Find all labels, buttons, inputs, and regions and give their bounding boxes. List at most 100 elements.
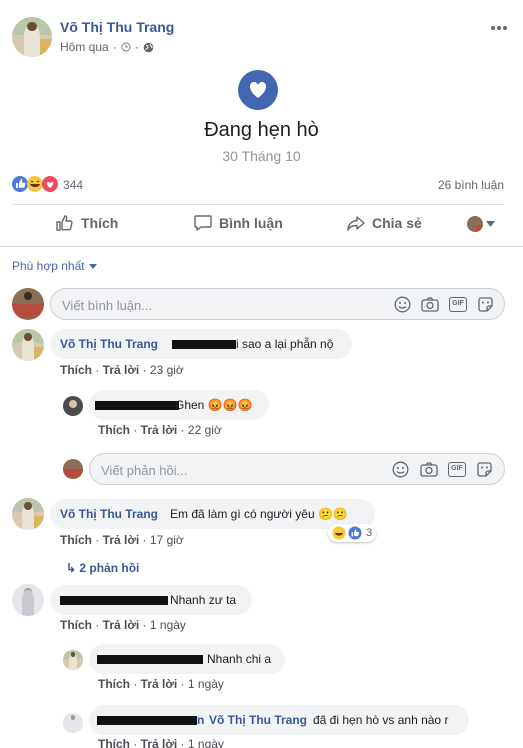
redacted-name	[95, 401, 179, 410]
reply-meta: Thích · Trả lời · 1 ngày	[98, 737, 224, 748]
comment-input[interactable]: Viết bình luận... GIF	[50, 288, 505, 320]
comment-author[interactable]: Võ Thị Thu Trang	[60, 507, 158, 521]
reply-bubble: Ghen 😡😡😡	[89, 390, 269, 420]
emoji-icon[interactable]	[392, 461, 409, 478]
gif-icon[interactable]: GIF	[449, 297, 467, 312]
reply-like-link[interactable]: Thích	[98, 677, 130, 691]
reply-bubble: n Võ Thị Thu Trang đã đi hẹn hò vs anh n…	[89, 705, 469, 735]
comment-time[interactable]: 23 giờ	[150, 363, 184, 377]
comments-count[interactable]: 26 bình luận	[438, 178, 504, 192]
emoji-icon[interactable]	[394, 296, 411, 313]
comment-button[interactable]: Bình luận	[193, 205, 283, 241]
reply-input[interactable]: Viết phản hồi... GIF	[89, 453, 505, 485]
like-icon	[12, 176, 28, 192]
reply-mention[interactable]: Võ Thị Thu Trang	[209, 713, 307, 727]
reply-avatar[interactable]	[63, 396, 83, 416]
share-button[interactable]: Chia sẻ	[346, 205, 422, 241]
clock-icon	[121, 42, 131, 52]
comment-avatar[interactable]	[12, 329, 44, 361]
reply-time[interactable]: 1 ngày	[188, 677, 224, 691]
reply-author-suffix[interactable]: n	[197, 713, 204, 727]
like-icon	[348, 526, 362, 540]
comment-meta: Thích · Trả lời · 17 giờ	[60, 533, 184, 547]
comment-like-link[interactable]: Thích	[60, 363, 92, 377]
reply-like-link[interactable]: Thích	[98, 737, 130, 748]
redacted-name	[60, 596, 168, 605]
comment-reply-link[interactable]: Trả lời	[103, 618, 140, 632]
camera-icon[interactable]	[421, 296, 439, 313]
comment-avatar[interactable]	[12, 584, 44, 616]
small-avatar-icon	[467, 216, 483, 232]
reaction-count: 3	[366, 527, 373, 539]
reaction-count[interactable]: 344	[63, 178, 83, 192]
comment-meta: Thích · Trả lời · 1 ngày	[60, 618, 186, 632]
reply-reply-link[interactable]: Trả lời	[141, 737, 178, 748]
sort-label: Phù hợp nhất	[12, 259, 85, 273]
reply-meta: Thích · Trả lời · 22 giờ	[98, 423, 222, 437]
time-separator-2: ·	[134, 40, 139, 54]
view-replies-link[interactable]: ↳ 2 phản hồi	[66, 561, 139, 575]
reaction-icons[interactable]	[12, 175, 64, 193]
redacted-name	[97, 716, 197, 725]
redacted-text	[172, 340, 236, 349]
reply-meta: Thích · Trả lời · 1 ngày	[98, 677, 224, 691]
author-avatar[interactable]	[12, 17, 52, 57]
comment-reactions[interactable]: 3	[328, 524, 377, 542]
comment-author[interactable]: Võ Thị Thu Trang	[60, 337, 158, 351]
redacted-name	[97, 655, 203, 664]
comment-like-link[interactable]: Thích	[60, 533, 92, 547]
comment-like-link[interactable]: Thích	[60, 618, 92, 632]
chevron-down-icon	[88, 263, 97, 269]
gif-icon[interactable]: GIF	[448, 462, 466, 477]
reply-reply-link[interactable]: Trả lời	[141, 423, 178, 437]
like-label: Thích	[81, 215, 119, 231]
share-label: Chia sẻ	[372, 215, 422, 231]
comment-reply-link[interactable]: Trả lời	[103, 363, 140, 377]
viewer-avatar-small	[63, 459, 83, 479]
viewer-avatar	[12, 288, 44, 320]
sort-dropdown[interactable]: Phù hợp nhất	[12, 259, 97, 273]
post-timestamp[interactable]: Hôm qua · ·	[60, 40, 154, 54]
haha-icon	[27, 176, 43, 192]
comment-icon	[194, 215, 212, 231]
sticker-icon[interactable]	[477, 296, 494, 313]
chevron-down-icon	[486, 221, 495, 227]
reply-avatar[interactable]	[63, 650, 83, 670]
share-icon	[347, 216, 365, 231]
comment-time[interactable]: 17 giờ	[150, 533, 184, 547]
comment-label: Bình luận	[219, 215, 283, 231]
comment-reply-link[interactable]: Trả lời	[103, 533, 140, 547]
reply-text: đã đi hẹn hò vs anh nào r	[313, 713, 449, 727]
reply-avatar[interactable]	[63, 713, 83, 733]
thumbs-up-icon	[56, 215, 73, 231]
comment-text: i sao a lại phẫn nộ	[236, 337, 334, 351]
reply-placeholder: Viết phản hồi...	[101, 463, 188, 478]
comment-time[interactable]: 1 ngày	[150, 618, 186, 632]
like-button[interactable]: Thích	[55, 205, 118, 241]
globe-icon	[143, 42, 154, 52]
reply-text: Ghen 😡😡😡	[175, 398, 253, 412]
camera-icon[interactable]	[420, 461, 438, 478]
comment-text: Em đã làm gì có người yêu 😕😕	[170, 507, 348, 521]
comment-meta: Thích · Trả lời · 23 giờ	[60, 363, 184, 377]
comment-placeholder: Viết bình luận...	[62, 298, 153, 313]
comment-avatar[interactable]	[12, 498, 44, 530]
divider-bottom	[0, 246, 523, 247]
comment-text: Nhanh zư ta	[170, 593, 237, 607]
more-dots-icon[interactable]	[490, 20, 508, 30]
haha-icon	[332, 526, 346, 540]
post-time[interactable]: Hôm qua	[60, 40, 109, 54]
sticker-icon[interactable]	[476, 461, 493, 478]
comment-bubble: Võ Thị Thu Trang i sao a lại phẫn nộ	[50, 329, 352, 359]
event-title: Đang hẹn hò	[204, 119, 319, 141]
reply-reply-link[interactable]: Trả lời	[141, 677, 178, 691]
reply-text: Nhanh chi a	[207, 652, 272, 666]
event-date: 30 Tháng 10	[222, 148, 301, 164]
reply-like-link[interactable]: Thích	[98, 423, 130, 437]
time-separator: ·	[112, 40, 117, 54]
comment-bubble: Nhanh zư ta	[50, 585, 252, 615]
reaction-picker-avatar[interactable]	[467, 216, 497, 232]
reply-time[interactable]: 1 ngày	[188, 737, 224, 748]
post-author-name[interactable]: Võ Thị Thu Trang	[60, 19, 174, 35]
reply-time[interactable]: 22 giờ	[188, 423, 222, 437]
